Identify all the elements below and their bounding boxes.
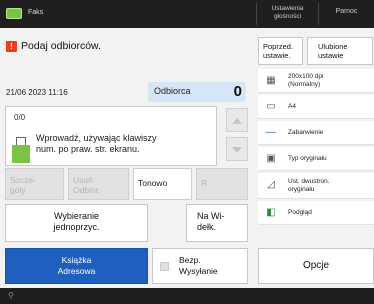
paper-size-icon: ▭	[266, 101, 276, 112]
delete-label-2: Odbior.	[73, 185, 101, 195]
paper-size-label: A4	[288, 103, 296, 110]
direct-send-label-1: Bezp.	[179, 255, 201, 265]
fav-settings-label-2: ustawie	[318, 51, 344, 60]
status-bar: ⚲	[0, 288, 374, 304]
warning-message: ! Podaj odbiorców.	[6, 40, 254, 54]
density-label: Zabarwienie	[288, 129, 324, 136]
arrow-down-icon	[232, 147, 242, 153]
fax-machine-icon	[12, 137, 30, 163]
warning-text: Podaj odbiorców.	[21, 40, 101, 52]
one-touch-label-1: Wybieranie	[54, 211, 99, 221]
direct-send-indicator	[160, 262, 169, 271]
r-button[interactable]: R	[196, 168, 248, 200]
original-type-setting[interactable]: ▣ Typ oryginału	[258, 147, 374, 171]
recipient-count-badge: Odbiorca 0	[148, 82, 246, 102]
direct-send-button[interactable]: Bezp. Wysyłanie	[152, 248, 248, 284]
on-hook-label-2: dełk.	[197, 222, 217, 232]
one-touch-dial-button[interactable]: Wybieranie jednoprzyc.	[5, 204, 148, 242]
volume-settings-label-1: Ustawienia	[271, 5, 304, 12]
duplex-label-2: oryginału	[288, 186, 315, 193]
on-hook-button[interactable]: Na Wi- dełk.	[186, 204, 248, 242]
input-hint: Wprowadź, używając klawiszy num. po praw…	[36, 133, 216, 155]
warning-icon: !	[6, 41, 17, 52]
resolution-icon: ▦	[266, 75, 276, 86]
recipient-input-box[interactable]: 0/0 Wprowadź, używając klawiszy num. po …	[5, 106, 217, 166]
options-button[interactable]: Opcje	[258, 248, 374, 284]
details-label-2: góły	[10, 185, 26, 195]
preview-label: Podgląd	[288, 209, 312, 216]
resolution-setting[interactable]: ▦ 200x100 dpi (Normalny)	[258, 69, 374, 93]
fax-icon	[6, 8, 22, 19]
preview-icon: ◧	[266, 207, 276, 218]
density-setting[interactable]: — Zabarwienie	[258, 121, 374, 145]
address-book-button[interactable]: Książka Adresowa	[5, 248, 148, 284]
direct-send-label-2: Wysyłanie	[179, 266, 218, 276]
favorite-settings-button[interactable]: Ulubione ustawie	[307, 37, 373, 65]
input-hint-line-1: Wprowadź, używając klawiszy	[36, 133, 157, 143]
duplex-label-1: Ust. dwustron.	[288, 178, 330, 185]
tone-button[interactable]: Tonowo	[133, 168, 192, 200]
recipient-index: 0/0	[14, 113, 26, 122]
arrow-up-icon	[232, 118, 242, 124]
preview-setting[interactable]: ◧ Podgląd	[258, 201, 374, 225]
date-time: 21/06 2023 11:16	[6, 88, 68, 97]
prev-settings-label-1: Poprzed.	[263, 42, 294, 51]
volume-settings-button[interactable]: Ustawienia głośności	[256, 3, 318, 25]
previous-settings-button[interactable]: Poprzed. ustawie.	[258, 37, 303, 65]
recipient-count: 0	[233, 83, 242, 100]
paper-size-setting[interactable]: ▭ A4	[258, 95, 374, 119]
fav-settings-label-1: Ulubione	[318, 42, 348, 51]
top-bar: Faks Ustawienia głośności Pamoc	[0, 0, 374, 28]
prev-settings-label-2: ustawie.	[263, 51, 291, 60]
recipient-label: Odbiorca	[154, 86, 191, 96]
duplex-icon: ◿	[267, 179, 275, 190]
resolution-value: 200x100 dpi	[288, 73, 324, 80]
help-button[interactable]: Pamoc	[318, 3, 374, 25]
volume-settings-label-2: głośności	[273, 13, 302, 20]
direct-send-label: Bezp. Wysyłanie	[179, 255, 218, 277]
input-hint-line-2: num. po praw. str. ekranu.	[36, 144, 140, 154]
on-hook-label-1: Na Wi-	[197, 211, 225, 221]
original-type-icon: ▣	[266, 153, 276, 164]
scroll-up-button[interactable]	[226, 108, 248, 132]
details-label-1: Szcze-	[10, 175, 36, 185]
fax-tab[interactable]: Faks	[6, 6, 44, 21]
one-touch-label-2: jednoprzyc.	[53, 222, 100, 232]
density-icon: —	[266, 127, 276, 138]
address-book-label-1: Książka	[61, 255, 92, 265]
delete-recipient-button[interactable]: Usuń Odbior.	[68, 168, 129, 200]
address-book-label-2: Adresowa	[57, 266, 96, 276]
status-icon: ⚲	[8, 291, 14, 300]
duplex-label: Ust. dwustron. oryginału	[288, 173, 372, 199]
details-button[interactable]: Szcze- góły	[5, 168, 64, 200]
resolution-mode: (Normalny)	[288, 81, 321, 88]
resolution-label: 200x100 dpi (Normalny)	[288, 69, 372, 93]
scroll-down-button[interactable]	[226, 137, 248, 161]
duplex-original-setting[interactable]: ◿ Ust. dwustron. oryginału	[258, 173, 374, 199]
fax-tab-label: Faks	[28, 9, 44, 16]
original-type-label: Typ oryginału	[288, 155, 327, 162]
delete-label-1: Usuń	[73, 175, 93, 185]
